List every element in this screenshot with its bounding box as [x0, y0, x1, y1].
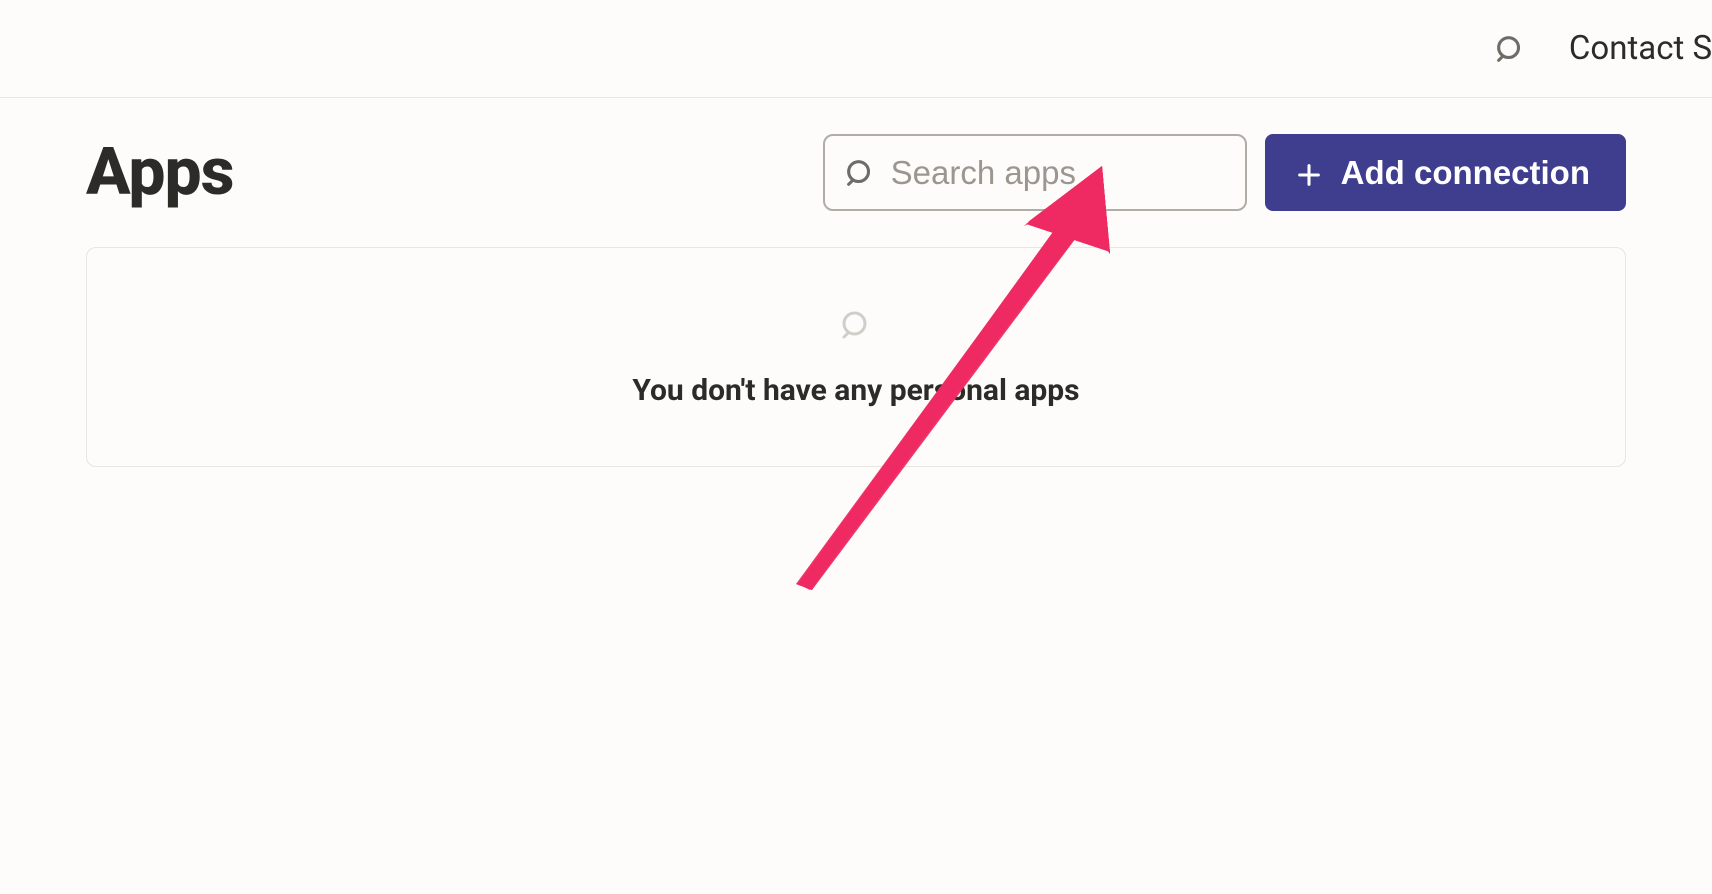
page-title: Apps: [86, 134, 234, 211]
search-apps-field[interactable]: [823, 134, 1247, 211]
main-content: Apps Add connection: [0, 98, 1712, 467]
search-icon: [843, 156, 877, 190]
add-connection-button[interactable]: Add connection: [1265, 134, 1626, 211]
contact-sales-link[interactable]: Contact Sa: [1569, 29, 1712, 68]
empty-state-card: You don't have any personal apps: [86, 247, 1626, 467]
top-bar: Contact Sa: [0, 0, 1712, 98]
page-header: Apps Add connection: [86, 134, 1626, 211]
header-actions: Add connection: [823, 134, 1626, 211]
global-search-icon[interactable]: [1493, 32, 1527, 66]
add-connection-label: Add connection: [1341, 154, 1590, 192]
empty-state-message: You don't have any personal apps: [632, 373, 1079, 408]
empty-search-icon: [838, 307, 874, 343]
search-input[interactable]: [877, 136, 1316, 209]
